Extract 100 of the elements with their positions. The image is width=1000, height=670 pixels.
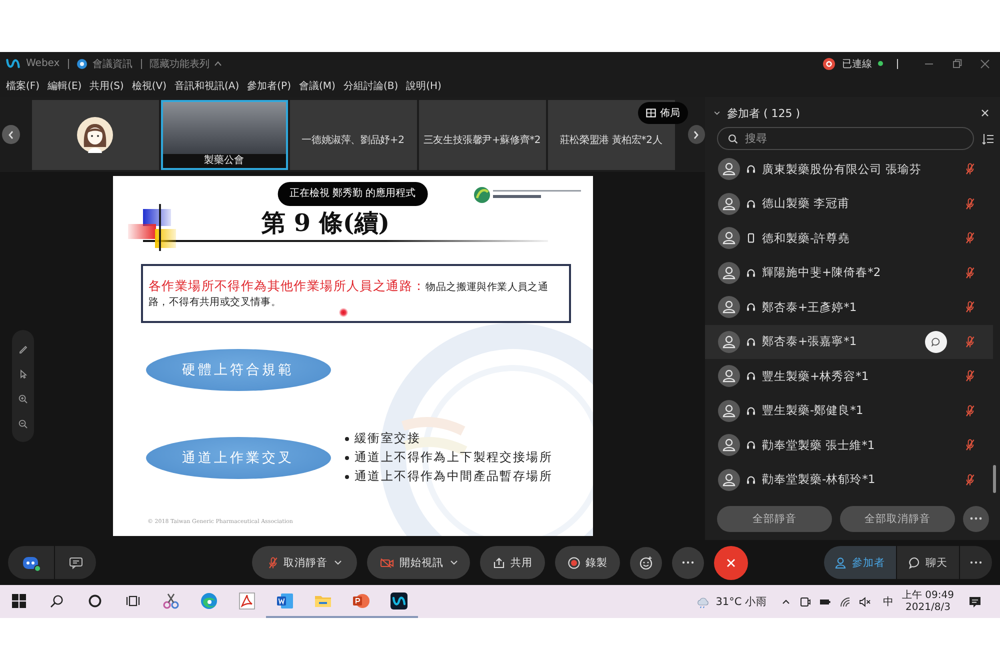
more-button[interactable] [963, 506, 989, 532]
mic-off-icon[interactable] [965, 301, 975, 314]
layout-button[interactable]: 佈局 [638, 102, 688, 124]
status-dot-icon [878, 61, 883, 66]
start-video-button[interactable]: 開始視訊 [367, 546, 470, 579]
bullet-icon [344, 436, 348, 440]
chat-button[interactable] [55, 546, 96, 579]
chat-icon [908, 556, 920, 568]
ring-icon [88, 594, 102, 608]
headset-icon [746, 406, 756, 416]
headset-icon [746, 164, 756, 174]
rule-text: 各作業場所不得作為其他作業場所人員之通路：物品之搬運與作業人員之通路，不得有共用或交叉情事。 [148, 278, 550, 310]
participant-row[interactable]: 輝陽施中斐+陳倚春*2 [705, 256, 993, 290]
participant-name: 一德姚淑萍、劉品妤+2 [302, 134, 404, 146]
close-icon[interactable] [980, 108, 990, 118]
avatar-icon [718, 192, 740, 215]
headset-icon [746, 474, 756, 485]
meeting-app-icon [390, 592, 408, 610]
participant-row[interactable]: 豐生製藥-鄭健良*1 [705, 394, 993, 428]
menu-item[interactable]: 音訊和視訊(A) [174, 79, 240, 93]
sort-icon[interactable] [982, 132, 994, 144]
menu-item[interactable]: 會議(M) [299, 79, 336, 93]
participant-name: 三友生技張馨尹+蘇修齊*2 [423, 134, 541, 146]
meeting-info-button[interactable]: 會議資訊 [92, 56, 133, 70]
input-method-indicator[interactable]: 中 [883, 594, 894, 608]
scroll-right-button[interactable] [688, 125, 705, 144]
smiley-icon [639, 556, 653, 570]
participant-row[interactable]: 德和製藥-許尊堯 [705, 221, 993, 256]
clock-time[interactable]: 上午 09:49 [902, 590, 954, 602]
pointer-icon[interactable] [18, 368, 28, 378]
scroll-left-button[interactable] [2, 125, 20, 144]
participant-row[interactable]: 豐生製藥+林秀容*1 [705, 359, 993, 394]
notification-icon[interactable] [968, 594, 982, 608]
menu-item[interactable]: 檢視(V) [132, 79, 166, 93]
zoom-out-icon[interactable] [18, 418, 28, 428]
chevron-left-icon [6, 130, 15, 140]
participant-tile[interactable] [32, 100, 158, 170]
mic-off-icon[interactable] [965, 404, 975, 417]
caret-down-icon [334, 560, 342, 565]
participant-name: 德山製藥 李冠甫 [762, 196, 850, 212]
panel-button[interactable]: 全部靜音 [717, 506, 832, 532]
participant-tile[interactable]: 製藥公會 [160, 100, 288, 170]
mic-off-icon[interactable] [965, 370, 975, 382]
pen-icon[interactable] [18, 344, 28, 354]
participant-row[interactable]: 德山製藥 李冠甫 [705, 186, 993, 221]
headset-icon [746, 371, 756, 382]
chat-button[interactable] [925, 330, 947, 353]
participant-tile[interactable]: 三友生技張馨尹+蘇修齊*2 [418, 100, 546, 170]
bullet-icon [344, 456, 348, 460]
mic-off-icon[interactable] [965, 266, 975, 279]
mic-off-icon[interactable] [965, 163, 975, 176]
mic-off-icon[interactable] [965, 439, 975, 452]
close-icon [725, 556, 737, 568]
menu-item[interactable]: 檔案(F) [6, 79, 40, 93]
search-icon [728, 134, 738, 144]
participant-row[interactable]: 勸奉堂製藥-林郁玲*1 [705, 462, 993, 497]
participants-button[interactable]: 參加者 [824, 546, 896, 579]
bullet-icon [344, 474, 348, 478]
mic-off-icon[interactable] [965, 474, 975, 486]
menu-item[interactable]: 共用(S) [90, 79, 124, 93]
wifi-icon[interactable] [839, 596, 851, 608]
search-field[interactable]: 搜尋 [717, 127, 974, 150]
reactions-button[interactable] [630, 546, 662, 578]
more-icon [970, 517, 982, 520]
share-icon [492, 556, 504, 568]
clock-date[interactable]: 2021/8/3 [906, 602, 950, 614]
menu-item[interactable]: 分組討論(B) [343, 79, 398, 93]
participant-row[interactable]: 勸奉堂製藥 張士維*1 [705, 428, 993, 462]
participant-name: 鄭杏泰+王彥婷*1 [762, 300, 857, 315]
phone-icon [746, 233, 756, 244]
participant-row[interactable]: 鄭杏泰+王彥婷*1 [705, 290, 993, 324]
grid-icon [646, 108, 656, 118]
unmute-button[interactable]: 取消靜音 [252, 546, 357, 579]
mic-off-icon[interactable] [965, 198, 975, 210]
leave-meeting-button[interactable] [714, 546, 748, 580]
panel-button[interactable]: 全部取消靜音 [840, 506, 955, 532]
participant-row[interactable]: 廣東製藥股份有限公司 張瑜芬 [705, 152, 993, 186]
sharing-banner: 正在檢視 鄭秀勤 的應用程式 [277, 182, 428, 206]
restore-icon[interactable] [952, 58, 962, 68]
assistant-button[interactable] [8, 546, 54, 579]
participant-tile[interactable]: 一德姚淑萍、劉品妤+2 [290, 100, 416, 170]
chat-button[interactable]: 聊天 [897, 546, 959, 579]
mic-off-icon[interactable] [965, 232, 975, 244]
speaker-muted-icon[interactable] [859, 596, 871, 608]
hide-menu-bar-button[interactable]: 隱藏功能表列 [150, 56, 222, 70]
participant-row[interactable]: 鄭杏泰+張嘉寧*1 [705, 324, 993, 359]
record-button[interactable]: 錄製 [555, 546, 620, 579]
menu-item[interactable]: 參加者(P) [247, 79, 291, 93]
menu-item[interactable]: 說明(H) [406, 79, 442, 93]
zoom-in-icon[interactable] [18, 394, 28, 404]
share-button[interactable]: 共用 [480, 546, 545, 579]
mic-off-icon[interactable] [965, 336, 975, 348]
weather-text[interactable]: 31°C 小雨 [716, 594, 767, 608]
menu-item[interactable]: 編輯(E) [48, 79, 82, 93]
panel-title: 參加者 ( 125 ) [727, 106, 800, 120]
device-icon[interactable] [799, 596, 811, 608]
scrollbar[interactable] [993, 465, 996, 493]
chat-icon [68, 556, 82, 570]
corner-squares-drawing [128, 204, 176, 251]
avatar-icon [718, 330, 740, 353]
